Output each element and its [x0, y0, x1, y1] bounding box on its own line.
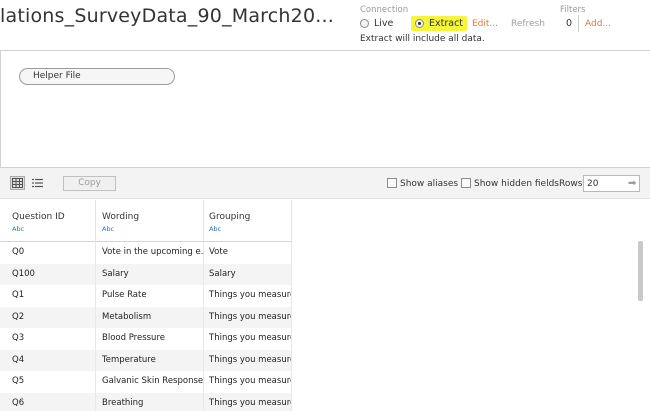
extract-radio-label: Extract	[429, 18, 464, 29]
table-row[interactable]: Q2 Metabolism Things you measure	[0, 306, 292, 328]
rows-label: Rows	[559, 179, 583, 189]
connection-label: Connection	[360, 5, 409, 15]
cell-grouping: Salary	[204, 263, 292, 285]
join-canvas[interactable]: Helper File	[0, 50, 650, 168]
cell-question-id: Q3	[0, 328, 96, 350]
cell-grouping: Things you measure	[204, 349, 292, 371]
filters-divider	[578, 15, 579, 32]
column-header-wording[interactable]: Wording Abc	[96, 200, 204, 242]
vertical-scrollbar[interactable]	[638, 241, 643, 301]
cell-wording: Breathing	[96, 392, 204, 411]
edit-extract-link[interactable]: Edit...	[472, 19, 498, 29]
grid-view-icon[interactable]	[10, 176, 25, 190]
table-row[interactable]: Q3 Blood Pressure Things you measure	[0, 328, 292, 350]
cell-wording: Salary	[96, 263, 204, 285]
live-radio-icon[interactable]	[360, 19, 369, 28]
cell-grouping: Things you measure	[204, 328, 292, 350]
cell-wording: Metabolism	[96, 306, 204, 328]
add-filter-link[interactable]: Add...	[585, 19, 611, 29]
filters-count: 0	[566, 18, 573, 29]
column-type-icon[interactable]: Abc	[209, 225, 291, 233]
cell-grouping: Vote	[204, 242, 292, 264]
data-grid[interactable]: Question ID Abc Wording Abc Grouping Abc…	[0, 200, 650, 411]
cell-question-id: Q4	[0, 349, 96, 371]
cell-grouping: Things you measure	[204, 371, 292, 393]
datasource-header: lations_SurveyData_90_March20... Connect…	[0, 0, 650, 50]
show-aliases-label: Show aliases	[400, 179, 459, 189]
column-header-grouping[interactable]: Grouping Abc	[204, 200, 292, 242]
arrow-right-icon[interactable]: ➡	[628, 178, 636, 189]
column-type-icon[interactable]: Abc	[12, 225, 95, 233]
live-radio-label: Live	[374, 18, 394, 29]
cell-question-id: Q6	[0, 392, 96, 411]
cell-wording: Temperature	[96, 349, 204, 371]
cell-question-id: Q100	[0, 263, 96, 285]
cell-question-id: Q0	[0, 242, 96, 264]
extract-radio-icon[interactable]	[415, 19, 424, 28]
live-radio-option[interactable]: Live	[360, 18, 393, 29]
show-aliases-checkbox[interactable]	[387, 178, 397, 188]
cell-grouping: Things you measure	[204, 306, 292, 328]
cell-wording: Vote in the upcoming e...	[96, 242, 204, 264]
column-name: Grouping	[209, 212, 251, 222]
table-row[interactable]: Q6 Breathing Things you measure	[0, 392, 292, 411]
cell-question-id: Q2	[0, 306, 96, 328]
column-name: Question ID	[12, 212, 65, 222]
column-name: Wording	[102, 212, 140, 222]
table-row[interactable]: Q4 Temperature Things you measure	[0, 349, 292, 371]
table-row[interactable]: Q100 Salary Salary	[0, 263, 292, 285]
cell-grouping: Things you measure	[204, 392, 292, 411]
datasource-title[interactable]: lations_SurveyData_90_March20...	[0, 5, 334, 27]
cell-grouping: Things you measure	[204, 285, 292, 307]
cell-question-id: Q5	[0, 371, 96, 393]
extract-radio-option[interactable]: Extract	[411, 16, 468, 31]
table-row[interactable]: Q1 Pulse Rate Things you measure	[0, 285, 292, 307]
show-hidden-fields-label: Show hidden fields	[474, 179, 559, 189]
show-hidden-fields-checkbox[interactable]	[461, 178, 471, 188]
table-row[interactable]: Q0 Vote in the upcoming e... Vote	[0, 242, 292, 264]
table-row[interactable]: Q5 Galvanic Skin Response Things you mea…	[0, 371, 292, 393]
cell-question-id: Q1	[0, 285, 96, 307]
column-header-question-id[interactable]: Question ID Abc	[0, 200, 96, 242]
cell-wording: Galvanic Skin Response	[96, 371, 204, 393]
table-pill[interactable]: Helper File	[19, 68, 175, 85]
cell-wording: Pulse Rate	[96, 285, 204, 307]
refresh-button[interactable]: Refresh	[511, 19, 545, 29]
copy-button[interactable]: Copy	[63, 176, 116, 191]
filters-label: Filters	[560, 5, 586, 15]
column-type-icon[interactable]: Abc	[102, 225, 203, 233]
cell-wording: Blood Pressure	[96, 328, 204, 350]
list-view-icon[interactable]	[30, 176, 45, 190]
extract-note: Extract will include all data.	[360, 34, 485, 44]
